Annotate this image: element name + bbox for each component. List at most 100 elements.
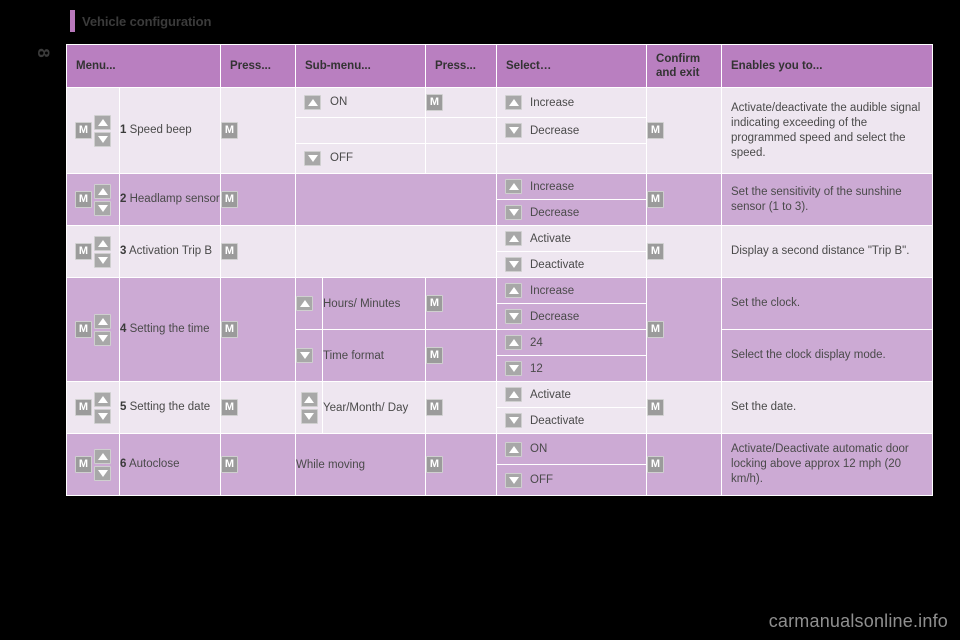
select-cell-5-activate[interactable]: Activate: [497, 382, 647, 407]
press-button-icon[interactable]: M: [221, 243, 238, 260]
header-confirm-line-2: and exit: [656, 67, 700, 79]
select-cell-3-deactivate[interactable]: Deactivate: [497, 252, 647, 277]
confirm-button-icon[interactable]: M: [647, 243, 665, 260]
up-arrow-icon[interactable]: [505, 231, 522, 246]
press-cell-1-empty-2: [426, 144, 496, 173]
select-cell-4-increase[interactable]: Increase: [497, 278, 647, 303]
confirm-button-icon[interactable]: M: [647, 321, 665, 338]
submenu-cell-5[interactable]: Year/Month/ Day: [323, 382, 425, 433]
select-cell-4-12[interactable]: 12: [497, 356, 647, 381]
submenu-cell-6[interactable]: While moving: [296, 434, 425, 495]
down-arrow-icon[interactable]: [296, 348, 313, 363]
confirm-button-icon[interactable]: M: [647, 399, 665, 416]
down-arrow-icon[interactable]: [94, 408, 111, 424]
menu-name-6: Autoclose: [128, 458, 180, 470]
down-arrow-icon[interactable]: [94, 330, 111, 346]
submenu-cell-1-empty: [296, 118, 425, 143]
down-arrow-icon[interactable]: [94, 465, 111, 481]
confirm-button-icon[interactable]: M: [647, 122, 665, 139]
select-cell-4-decrease[interactable]: Decrease: [497, 304, 647, 329]
select-cell-2-decrease[interactable]: Decrease: [497, 200, 647, 225]
press-button-cell-6b: M: [426, 434, 496, 495]
press-button-icon[interactable]: M: [221, 456, 238, 473]
confirm-button-icon[interactable]: M: [647, 456, 665, 473]
press-button-icon[interactable]: M: [221, 191, 238, 208]
press-button-icon[interactable]: M: [426, 399, 443, 416]
menu-nav-controls-5: M: [67, 382, 119, 433]
menu-button-icon[interactable]: M: [75, 243, 92, 260]
press-button-icon[interactable]: M: [426, 347, 443, 364]
menu-button-icon[interactable]: M: [75, 191, 92, 208]
submenu-arrows-5[interactable]: [296, 382, 322, 433]
down-arrow-icon[interactable]: [505, 361, 522, 376]
submenu-label-hours-minutes: Hours/ Minutes: [323, 297, 401, 310]
up-arrow-icon[interactable]: [94, 183, 111, 199]
menu-button-icon[interactable]: M: [75, 122, 92, 139]
down-arrow-icon[interactable]: [304, 151, 321, 166]
up-arrow-icon[interactable]: [94, 114, 111, 130]
down-arrow-icon[interactable]: [505, 257, 522, 272]
menu-button-icon[interactable]: M: [75, 321, 92, 338]
submenu-cell-3-empty: [296, 226, 496, 277]
up-arrow-icon[interactable]: [505, 387, 522, 402]
down-arrow-icon[interactable]: [94, 131, 111, 147]
up-arrow-icon[interactable]: [94, 391, 111, 407]
up-arrow-icon[interactable]: [304, 95, 321, 110]
header-press-2: Press...: [426, 45, 496, 87]
up-arrow-icon[interactable]: [94, 448, 111, 464]
press-cell-1-empty: [426, 118, 496, 143]
down-arrow-icon[interactable]: [300, 408, 318, 424]
menu-nav-controls-3: M: [67, 226, 119, 277]
press-button-cell-2: M: [221, 174, 295, 225]
up-arrow-icon[interactable]: [505, 283, 522, 298]
down-arrow-icon[interactable]: [94, 252, 111, 268]
up-arrow-icon[interactable]: [296, 296, 313, 311]
menu-index-2: 2: [120, 193, 127, 205]
select-cell-6-off[interactable]: OFF: [497, 465, 647, 495]
select-cell-1-decrease[interactable]: Decrease: [497, 118, 647, 143]
down-arrow-icon[interactable]: [505, 472, 522, 488]
select-label-activate: Activate: [530, 232, 571, 245]
description-text-3: Display a second distance "Trip B".: [731, 245, 910, 257]
confirm-button-icon[interactable]: M: [647, 191, 665, 208]
submenu-arrow-4b[interactable]: [296, 330, 322, 381]
select-cell-6-on[interactable]: ON: [497, 434, 647, 464]
up-arrow-icon[interactable]: [300, 391, 318, 407]
press-button-cell-5: M: [221, 382, 295, 433]
up-arrow-icon[interactable]: [505, 95, 522, 110]
down-arrow-icon[interactable]: [505, 123, 522, 138]
select-cell-5-deactivate[interactable]: Deactivate: [497, 408, 647, 433]
press-button-icon[interactable]: M: [221, 321, 238, 338]
down-arrow-icon[interactable]: [505, 205, 522, 220]
menu-button-icon[interactable]: M: [75, 399, 92, 416]
up-arrow-icon[interactable]: [505, 179, 522, 194]
down-arrow-icon[interactable]: [505, 413, 522, 428]
manual-page: 8 Vehicle configuration Menu... Press...…: [0, 0, 960, 640]
submenu-cell-1-on[interactable]: ON: [296, 88, 425, 117]
press-button-icon[interactable]: M: [426, 94, 443, 111]
menu-button-icon[interactable]: M: [75, 456, 92, 473]
up-arrow-icon[interactable]: [505, 335, 522, 350]
select-label-decrease: Decrease: [530, 124, 580, 137]
select-label-decrease: Decrease: [530, 206, 580, 219]
submenu-cell-4-hours[interactable]: Hours/ Minutes: [323, 278, 425, 329]
description-text-4a: Set the clock.: [731, 297, 801, 309]
down-arrow-icon[interactable]: [505, 309, 522, 324]
up-arrow-icon[interactable]: [94, 313, 111, 329]
up-arrow-icon[interactable]: [505, 441, 522, 457]
up-arrow-icon[interactable]: [94, 235, 111, 251]
submenu-arrow-4a[interactable]: [296, 278, 322, 329]
press-button-icon[interactable]: M: [426, 295, 443, 312]
select-cell-4-24[interactable]: 24: [497, 330, 647, 355]
submenu-cell-4-timeformat[interactable]: Time format: [323, 330, 425, 381]
press-button-icon[interactable]: M: [221, 399, 238, 416]
submenu-cell-1-off[interactable]: OFF: [296, 144, 425, 173]
select-cell-2-increase[interactable]: Increase: [497, 174, 647, 199]
press-button-icon[interactable]: M: [221, 122, 238, 139]
select-cell-3-activate[interactable]: Activate: [497, 226, 647, 251]
select-cell-1-increase[interactable]: Increase: [497, 88, 647, 117]
down-arrow-icon[interactable]: [94, 200, 111, 216]
press-button-icon[interactable]: M: [426, 456, 443, 473]
description-text-4b: Select the clock display mode.: [731, 349, 886, 361]
submenu-label-year-month-day: Year/Month/ Day: [323, 401, 409, 414]
